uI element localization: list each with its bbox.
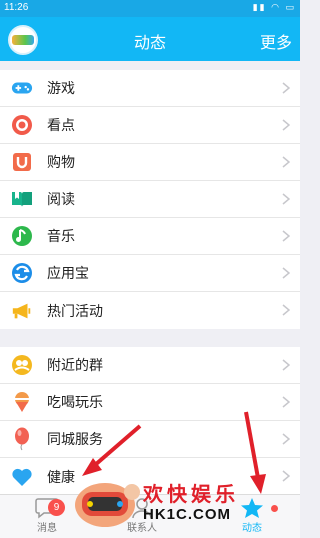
list-item-food-fun[interactable]: 吃喝玩乐 bbox=[0, 384, 300, 421]
list-item-shopping[interactable]: 购物 bbox=[0, 144, 300, 181]
gamepad-icon bbox=[11, 77, 33, 99]
chevron-right-icon bbox=[282, 470, 290, 482]
list-item-kandian[interactable]: 看点 bbox=[0, 107, 300, 144]
list-item-nearby-groups[interactable]: 附近的群 bbox=[0, 347, 300, 384]
list-item-label: 看点 bbox=[47, 117, 75, 133]
tab-messages[interactable]: 9 消息 bbox=[17, 497, 77, 534]
list-item-label: 游戏 bbox=[47, 80, 75, 96]
chevron-right-icon bbox=[282, 193, 290, 205]
status-icons: ▮▮ ◠ ▭ bbox=[252, 2, 296, 12]
watermark: 欢快娱乐 HK1C.COM bbox=[143, 478, 239, 523]
header-bar: 动态 更多 bbox=[0, 17, 300, 61]
list-item-games[interactable]: 游戏 bbox=[0, 70, 300, 107]
feature-list-top: 游戏 看点 购物 阅读 音乐 应用宝 热门活动 bbox=[0, 70, 300, 329]
chevron-right-icon bbox=[282, 267, 290, 279]
list-item-music[interactable]: 音乐 bbox=[0, 218, 300, 255]
notification-dot bbox=[271, 505, 278, 512]
list-item-label: 附近的群 bbox=[47, 357, 103, 373]
chevron-right-icon bbox=[282, 396, 290, 408]
list-item-label: 吃喝玩乐 bbox=[47, 394, 103, 410]
list-item-label: 音乐 bbox=[47, 228, 75, 244]
megaphone-icon bbox=[11, 300, 33, 322]
eye-icon bbox=[11, 114, 33, 136]
feature-list-bottom: 附近的群 吃喝玩乐 同城服务 健康 bbox=[0, 347, 300, 495]
unread-badge: 9 bbox=[48, 499, 65, 516]
shopping-bag-icon bbox=[11, 151, 33, 173]
chevron-right-icon bbox=[282, 230, 290, 242]
star-icon bbox=[241, 498, 263, 518]
list-item-label: 应用宝 bbox=[47, 265, 89, 281]
chevron-right-icon bbox=[282, 156, 290, 168]
list-item-local-services[interactable]: 同城服务 bbox=[0, 421, 300, 458]
heart-icon bbox=[11, 466, 33, 488]
status-time: 11:26 bbox=[4, 2, 29, 13]
chevron-right-icon bbox=[282, 82, 290, 94]
list-item-label: 同城服务 bbox=[47, 431, 103, 447]
watermark-url: HK1C.COM bbox=[143, 506, 232, 523]
music-icon bbox=[11, 225, 33, 247]
balloon-icon bbox=[11, 427, 33, 451]
list-item-hot-events[interactable]: 热门活动 bbox=[0, 292, 300, 329]
list-item-reading[interactable]: 阅读 bbox=[0, 181, 300, 218]
more-button[interactable]: 更多 bbox=[260, 29, 292, 53]
status-bar: 11:26 ▮▮ ◠ ▭ bbox=[0, 0, 300, 17]
list-item-label: 热门活动 bbox=[47, 302, 103, 319]
chevron-right-icon bbox=[282, 359, 290, 371]
list-item-app-store[interactable]: 应用宝 bbox=[0, 255, 300, 292]
list-item-label: 阅读 bbox=[47, 191, 75, 207]
page-title: 动态 bbox=[133, 35, 166, 52]
list-item-label: 购物 bbox=[47, 154, 75, 170]
chevron-right-icon bbox=[282, 433, 290, 445]
watermark-chinese: 欢快娱乐 bbox=[143, 482, 239, 506]
tab-label: 消息 bbox=[37, 523, 57, 534]
nearby-group-icon bbox=[11, 354, 33, 376]
ice-cream-icon bbox=[11, 391, 33, 413]
book-icon bbox=[11, 188, 33, 210]
app-store-icon bbox=[11, 262, 33, 284]
chevron-right-icon bbox=[282, 304, 290, 316]
chevron-right-icon bbox=[282, 119, 290, 131]
list-item-label: 健康 bbox=[47, 468, 75, 485]
